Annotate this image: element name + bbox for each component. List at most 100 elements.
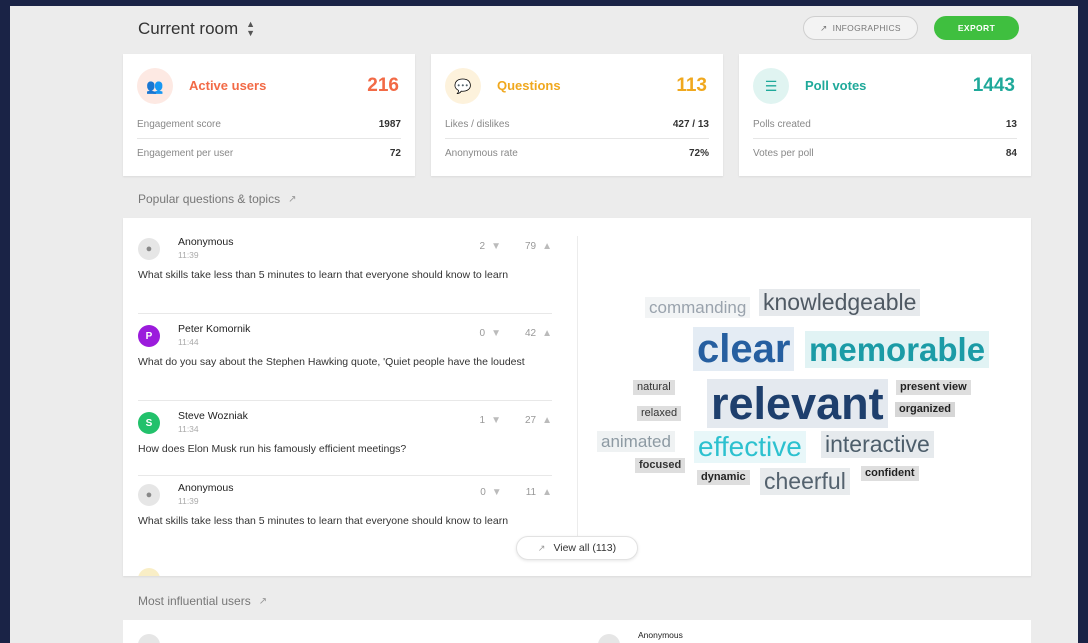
- thumbs-up-icon[interactable]: ▲: [542, 487, 552, 498]
- row-value: 84: [1005, 147, 1017, 159]
- author-name: Anonymous: [178, 236, 234, 248]
- timestamp: 11:39: [178, 496, 199, 506]
- word-cloud-term: relevant: [707, 379, 888, 428]
- room-selector[interactable]: Current room ▲ ▼: [138, 19, 255, 39]
- avatar: ●: [138, 484, 160, 506]
- avatar: ●: [138, 238, 160, 260]
- avatar: [598, 634, 620, 643]
- word-cloud-term: natural: [633, 380, 675, 395]
- export-button[interactable]: EXPORT: [934, 16, 1019, 40]
- question-text: What skills take less than 5 minutes to …: [138, 515, 509, 527]
- external-link-icon[interactable]: ↗: [259, 596, 267, 607]
- avatar: P: [138, 325, 160, 347]
- dislike-count: 1: [479, 415, 486, 426]
- card-active-users: 👥 Active users 216 Engagement score 1987…: [123, 54, 415, 176]
- word-cloud-term: cheerful: [760, 468, 850, 495]
- author-name: Steve Wozniak: [178, 410, 248, 422]
- word-cloud-term: commanding: [645, 297, 751, 318]
- section-title-text: Popular questions & topics: [138, 192, 281, 206]
- thumbs-up-icon[interactable]: ▲: [542, 328, 552, 339]
- header: Current room ▲ ▼ ↗ INFOGRAPHICS EXPORT: [138, 16, 1028, 46]
- card-row: Votes per poll 84: [753, 139, 1017, 167]
- like-count: 27: [524, 415, 537, 426]
- vote-counts: 0 ▼ 42 ▲: [480, 328, 553, 339]
- card-row: Engagement score 1987: [137, 111, 401, 139]
- row-value: 72: [389, 147, 401, 159]
- word-cloud-term: focused: [635, 458, 686, 473]
- dislike-count: 0: [479, 328, 486, 339]
- section-title-text: Most influential users: [138, 594, 251, 608]
- like-count: 42: [524, 328, 537, 339]
- card-label: Questions: [497, 78, 561, 93]
- word-cloud-term: present view: [896, 380, 971, 395]
- users-icon: 👥: [137, 68, 173, 104]
- thumbs-down-icon[interactable]: ▼: [491, 415, 501, 426]
- row-value: 13: [1005, 119, 1017, 130]
- author-name: Anonymous: [638, 630, 683, 640]
- thumbs-down-icon[interactable]: ▼: [492, 487, 502, 498]
- row-value: 72%: [688, 147, 709, 159]
- thumbs-up-icon[interactable]: ▲: [542, 241, 552, 252]
- author-name: Anonymous: [178, 482, 234, 494]
- word-cloud-term: dynamic: [697, 470, 750, 485]
- row-value: 1987: [378, 119, 401, 130]
- card-row: Anonymous rate 72%: [445, 139, 709, 167]
- author-name: Peter Komornik: [178, 323, 251, 335]
- popular-questions-card: ● Anonymous 11:39 2 ▼ 79 ▲ What skills t…: [123, 218, 1031, 576]
- card-label: Active users: [189, 78, 267, 93]
- thumbs-up-icon[interactable]: ▲: [542, 415, 552, 426]
- question-list: ● Anonymous 11:39 2 ▼ 79 ▲ What skills t…: [123, 218, 577, 576]
- word-cloud-term: animated: [597, 431, 675, 452]
- card-row: Likes / dislikes 427 / 13: [445, 111, 709, 139]
- word-cloud: commanding knowledgeable clear memorable…: [593, 218, 1013, 576]
- word-cloud-term: organized: [895, 402, 955, 417]
- influential-section-title[interactable]: Most influential users ↗: [138, 594, 267, 608]
- list-item[interactable]: P Peter Komornik 11:44 0 ▼ 42 ▲ What do …: [138, 321, 552, 401]
- row-label: Engagement per user: [137, 147, 234, 159]
- like-count: 79: [524, 241, 537, 252]
- list-item[interactable]: S Steve Wozniak 11:34 1 ▼ 27 ▲ How does …: [138, 408, 552, 476]
- app-frame: Current room ▲ ▼ ↗ INFOGRAPHICS EXPORT 👥 …: [10, 6, 1078, 643]
- timestamp: 11:44: [178, 337, 199, 347]
- word-cloud-term: memorable: [805, 331, 990, 368]
- card-value: 113: [676, 75, 707, 96]
- row-label: Engagement score: [137, 119, 221, 130]
- list-item[interactable]: ● Anonymous 11:39 2 ▼ 79 ▲ What skills t…: [138, 234, 552, 314]
- row-label: Votes per poll: [753, 147, 814, 159]
- word-cloud-term: confident: [861, 466, 919, 481]
- avatar: [138, 568, 160, 576]
- like-count: 11: [525, 487, 537, 498]
- external-link-icon[interactable]: ↗: [288, 194, 296, 205]
- word-cloud-term: interactive: [821, 431, 934, 458]
- thumbs-down-icon[interactable]: ▼: [491, 241, 501, 252]
- dislike-count: 0: [480, 487, 486, 498]
- question-text: What do you say about the Stephen Hawkin…: [138, 356, 525, 368]
- card-questions: 💬 Questions 113 Likes / dislikes 427 / 1…: [431, 54, 723, 176]
- card-label: Poll votes: [805, 78, 867, 93]
- card-poll-votes: ☰ Poll votes 1443 Polls created 13 Votes…: [739, 54, 1031, 176]
- avatar: S: [138, 412, 160, 434]
- infographics-label: INFOGRAPHICS: [832, 23, 901, 33]
- thumbs-down-icon[interactable]: ▼: [491, 328, 501, 339]
- vote-counts: 1 ▼ 27 ▲: [480, 415, 553, 426]
- dislike-count: 2: [479, 241, 486, 252]
- list-item[interactable]: ● Anonymous 11:39 0 ▼ 11 ▲ What skills t…: [138, 480, 552, 560]
- card-row: Engagement per user 72: [137, 139, 401, 167]
- row-label: Anonymous rate: [445, 147, 518, 159]
- card-value: 1443: [972, 75, 1015, 96]
- vote-counts: 0 ▼ 11 ▲: [480, 487, 552, 498]
- influential-users-card: Anonymous: [123, 620, 1031, 643]
- word-cloud-term: relaxed: [637, 406, 682, 421]
- question-text: What skills take less than 5 minutes to …: [138, 269, 509, 281]
- card-row: Polls created 13: [753, 111, 1017, 139]
- card-value: 216: [367, 75, 399, 96]
- divider: [577, 236, 578, 556]
- infographics-button[interactable]: ↗ INFOGRAPHICS: [803, 16, 918, 40]
- expand-icon: ↗: [537, 542, 546, 553]
- avatar: [138, 634, 160, 643]
- vote-counts: 2 ▼ 79 ▲: [480, 241, 553, 252]
- timestamp: 11:34: [178, 424, 199, 434]
- room-title: Current room: [138, 19, 239, 38]
- popular-section-title[interactable]: Popular questions & topics ↗: [138, 192, 296, 206]
- word-cloud-term: clear: [693, 327, 795, 371]
